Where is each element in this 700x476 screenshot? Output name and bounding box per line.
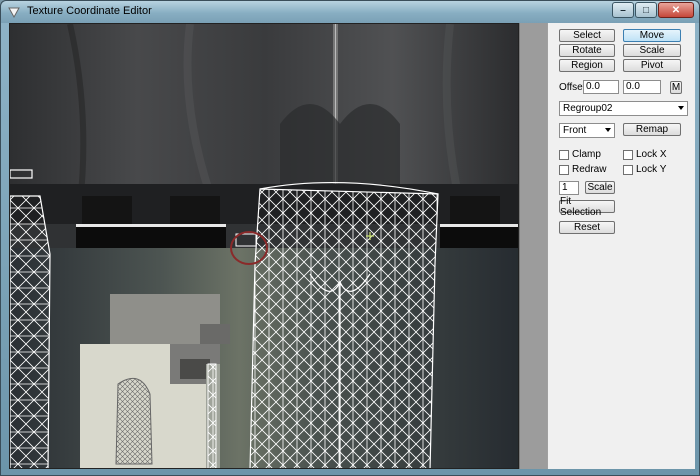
texture-coordinate-editor-window: Texture Coordinate Editor – □ ✕ Select M…: [0, 0, 700, 476]
region-button[interactable]: Region: [559, 59, 615, 72]
close-button[interactable]: ✕: [658, 2, 694, 18]
title-bar[interactable]: Texture Coordinate Editor – □ ✕: [1, 1, 699, 23]
maximize-button[interactable]: □: [635, 2, 657, 18]
remap-button[interactable]: Remap: [623, 123, 681, 136]
scale-tool-button[interactable]: Scale: [623, 44, 681, 57]
lock-y-checkbox-box[interactable]: [623, 164, 633, 175]
view-select-value: Front: [563, 125, 587, 136]
fit-selection-button[interactable]: Fit Selection: [559, 196, 615, 218]
canvas-side-area: [519, 23, 547, 469]
scale-apply-button[interactable]: Scale: [585, 181, 615, 194]
minimize-button[interactable]: –: [612, 2, 634, 18]
tool-panel: Select Move Rotate Scale Region Pivot Of…: [547, 23, 695, 469]
chevron-down-icon: [605, 128, 611, 132]
view-select[interactable]: Front: [559, 123, 615, 138]
uv-canvas[interactable]: [9, 23, 519, 469]
scale-value-field[interactable]: 1: [559, 181, 579, 195]
redraw-checkbox-box[interactable]: [559, 164, 569, 175]
lock-x-label: Lock X: [636, 149, 667, 160]
texture-view: [10, 24, 518, 469]
offset-x-field[interactable]: 0.0: [583, 80, 619, 94]
group-select[interactable]: Regroup02: [559, 101, 688, 116]
select-button[interactable]: Select: [559, 29, 615, 42]
clamp-checkbox-box[interactable]: [559, 149, 569, 160]
uv-wireframe-jeans[interactable]: [249, 181, 439, 469]
clamp-checkbox[interactable]: Clamp: [559, 149, 601, 160]
jacket-texture: [10, 24, 518, 204]
redraw-checkbox[interactable]: Redraw: [559, 164, 606, 175]
offset-y-field[interactable]: 0.0: [623, 80, 661, 94]
lock-y-checkbox[interactable]: Lock Y: [623, 164, 666, 175]
clamp-label: Clamp: [572, 149, 601, 160]
lock-x-checkbox[interactable]: Lock X: [623, 149, 667, 160]
redraw-label: Redraw: [572, 164, 607, 175]
rotate-button[interactable]: Rotate: [559, 44, 615, 57]
app-icon: [8, 7, 20, 19]
reset-button[interactable]: Reset: [559, 221, 615, 234]
lock-x-checkbox-box[interactable]: [623, 149, 633, 160]
pivot-button[interactable]: Pivot: [623, 59, 681, 72]
move-button[interactable]: Move: [623, 29, 681, 42]
group-select-value: Regroup02: [563, 103, 613, 114]
chevron-down-icon: [678, 106, 684, 110]
m-button[interactable]: M: [670, 81, 682, 94]
lock-y-label: Lock Y: [636, 164, 667, 175]
window-title: Texture Coordinate Editor: [27, 5, 152, 17]
